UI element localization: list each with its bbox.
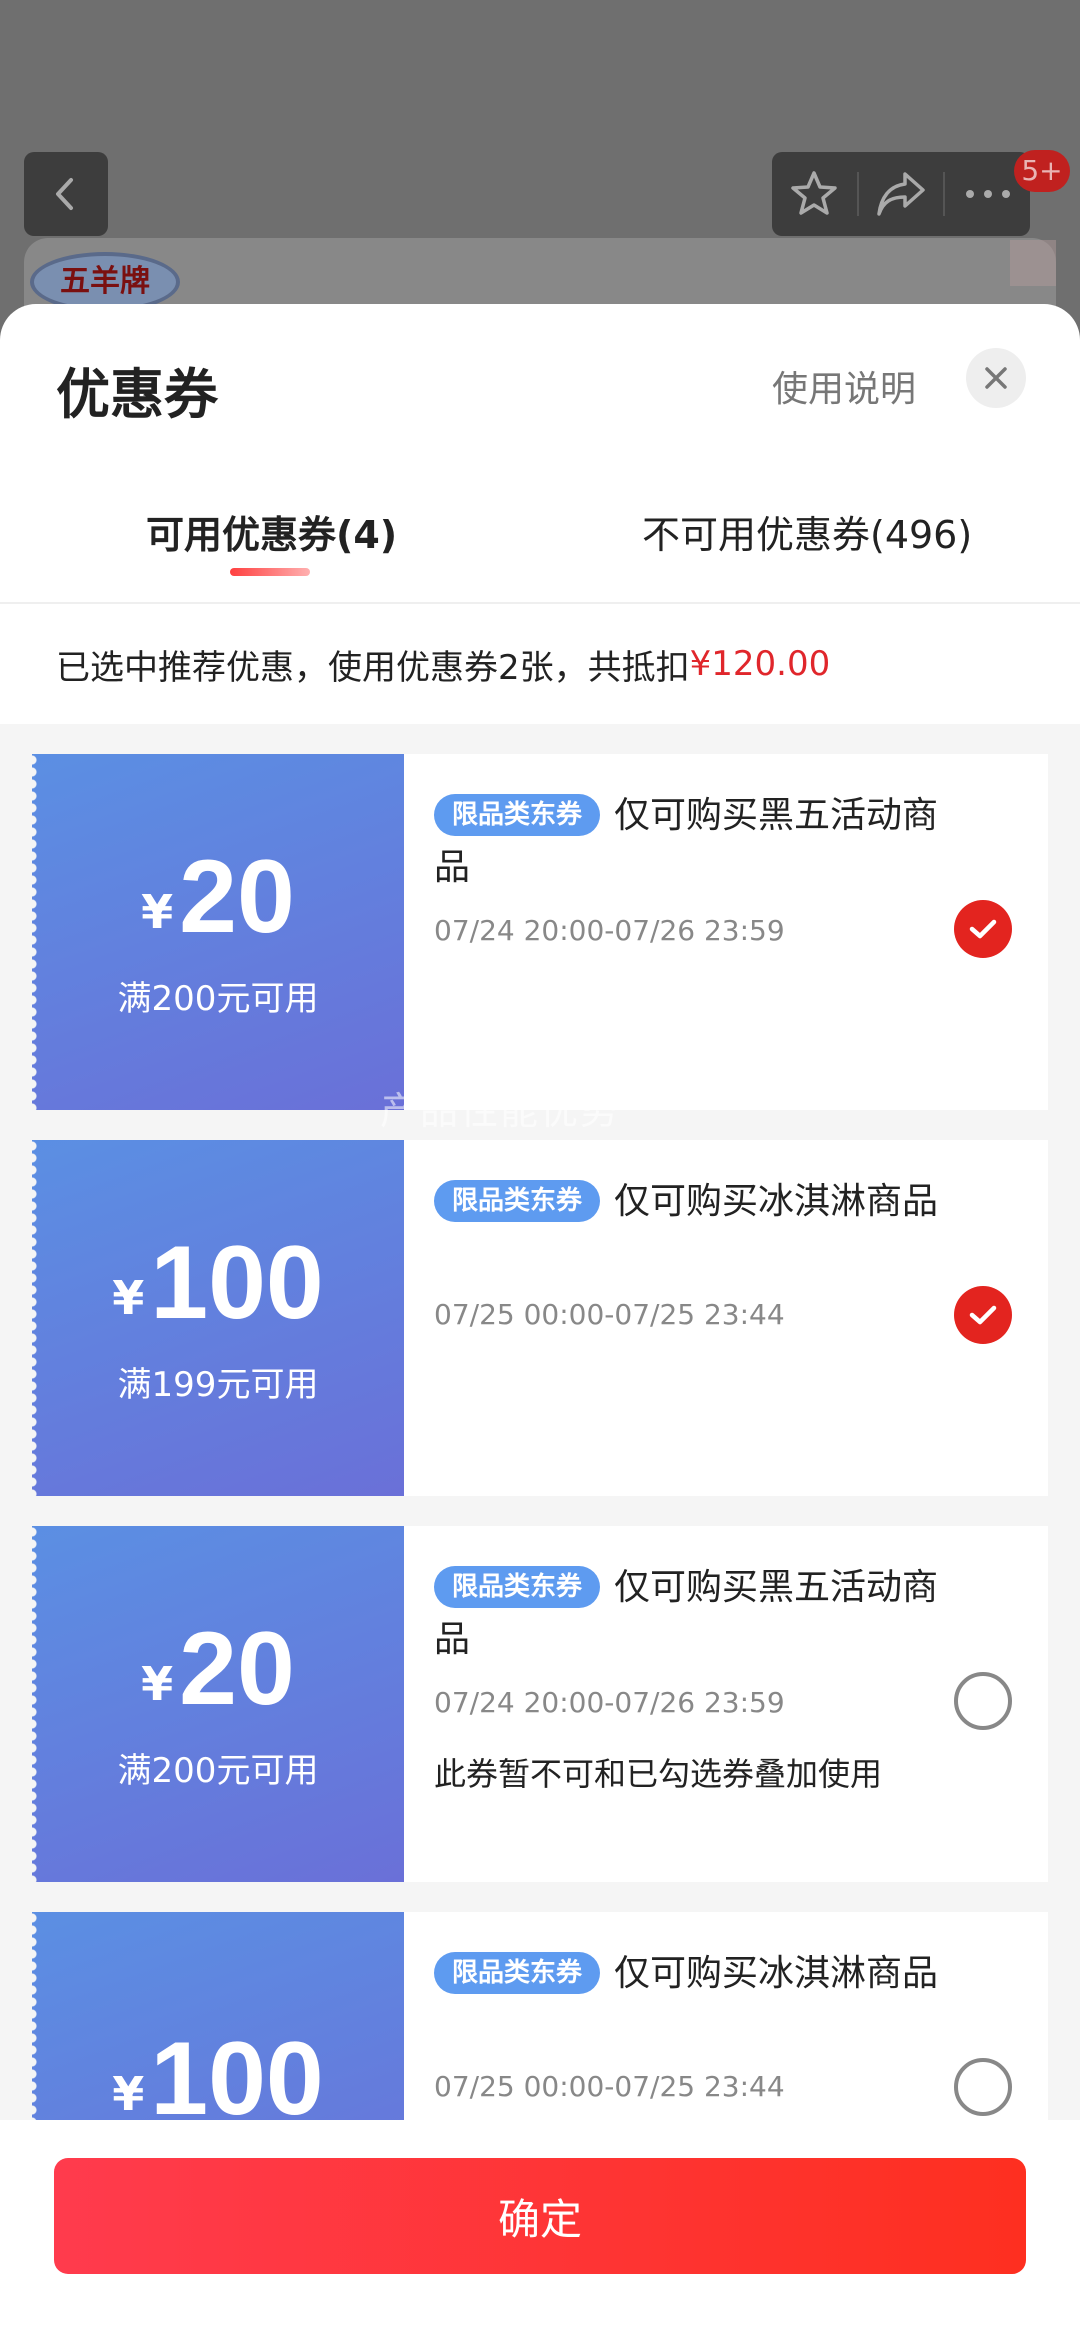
- coupon-details: 限品类东券 仅可购买黑五活动商品 07/24 20:00-07/26 23:59: [404, 754, 1048, 1110]
- product-thumbnail: [1010, 240, 1056, 286]
- chevron-left-icon: [56, 178, 73, 210]
- coupon-select-checkbox[interactable]: [954, 1672, 1012, 1730]
- coupon-threshold: 满200元可用: [117, 1750, 319, 1791]
- more-dots-icon: [965, 190, 1010, 198]
- currency-symbol: ¥: [141, 884, 174, 939]
- coupon-details: 限品类东券 仅可购买黑五活动商品 07/24 20:00-07/26 23:59 …: [404, 1526, 1048, 1882]
- divider: [943, 172, 946, 216]
- coupon-title-row: 限品类东券 仅可购买黑五活动商品: [434, 790, 1018, 894]
- close-icon: [985, 367, 1007, 389]
- usage-instructions-link[interactable]: 使用说明: [772, 360, 916, 412]
- coupon-threshold: 满199元可用: [117, 1364, 319, 1405]
- coupon-value: 100: [150, 1224, 324, 1341]
- favorite-button[interactable]: [784, 164, 844, 224]
- coupon-stacking-note: 此券暂不可和已勾选券叠加使用: [434, 1755, 883, 1793]
- cart-count-badge: 5+: [1014, 150, 1070, 192]
- selection-summary: 已选中推荐优惠，使用优惠券2张，共抵扣 ¥120.00: [0, 604, 1080, 724]
- coupon-type-tag: 限品类东券: [434, 1952, 601, 1994]
- coupon-value: 20: [179, 838, 295, 955]
- checkmark-icon: [969, 1305, 997, 1325]
- coupon-select-checkbox[interactable]: [954, 2058, 1012, 2116]
- divider: [856, 172, 859, 216]
- coupon-type-tag: 限品类东券: [434, 794, 601, 836]
- currency-symbol: ¥: [112, 1270, 145, 1325]
- tab-unavailable-coupons[interactable]: 不可用优惠券(496): [642, 504, 972, 559]
- share-button[interactable]: [871, 164, 931, 224]
- top-action-bar: [772, 152, 1030, 236]
- coupon-value-panel: ¥ 20 满200元可用: [32, 754, 404, 1110]
- brand-logo: 五羊牌: [30, 252, 180, 312]
- confirm-button[interactable]: 确定: [54, 2158, 1026, 2274]
- sheet-footer: 确定: [0, 2120, 1080, 2344]
- active-tab-indicator: [230, 568, 310, 576]
- coupon-validity: 07/24 20:00-07/26 23:59: [434, 914, 785, 947]
- coupon-title-row: 限品类东券 仅可购买黑五活动商品: [434, 1562, 1018, 1666]
- coupon-validity: 07/25 00:00-07/25 23:44: [434, 2070, 785, 2103]
- coupon-type-tag: 限品类东券: [434, 1180, 601, 1222]
- coupon-validity: 07/25 00:00-07/25 23:44: [434, 1298, 785, 1331]
- coupon-sheet: 优惠券 使用说明 可用优惠券(4) 不可用优惠券(496) 已选中推荐优惠，使用…: [0, 304, 1080, 2344]
- coupon-details: 限品类东券 仅可购买冰淇淋商品 07/25 00:00-07/25 23:44: [404, 1140, 1048, 1496]
- currency-symbol: ¥: [112, 2067, 145, 2121]
- coupon-title-row: 限品类东券 仅可购买冰淇淋商品: [434, 1948, 1018, 2000]
- coupon-card[interactable]: ¥ 20 满200元可用 限品类东券 仅可购买黑五活动商品 07/24 20:00…: [32, 754, 1048, 1110]
- coupon-value: 100: [150, 2021, 324, 2137]
- more-button[interactable]: [958, 164, 1018, 224]
- coupon-select-checkbox[interactable]: [954, 1286, 1012, 1344]
- discount-amount: ¥120.00: [689, 644, 831, 684]
- coupon-title-row: 限品类东券 仅可购买冰淇淋商品: [434, 1176, 1018, 1228]
- coupon-value-row: ¥ 100: [112, 1231, 324, 1335]
- checkmark-icon: [969, 919, 997, 939]
- summary-text: 已选中推荐优惠，使用优惠券2张，共抵扣: [56, 647, 690, 688]
- coupon-value: 20: [179, 1610, 295, 1727]
- tab-available-coupons[interactable]: 可用优惠券(4): [146, 504, 397, 559]
- coupon-validity: 07/24 20:00-07/26 23:59: [434, 1686, 785, 1719]
- sheet-header: 优惠券 使用说明: [0, 304, 1080, 454]
- coupon-value-row: ¥ 20: [141, 845, 295, 949]
- currency-symbol: ¥: [141, 1656, 174, 1711]
- coupon-value-row: ¥ 100: [112, 2027, 324, 2131]
- coupon-list: ¥ 20 满200元可用 限品类东券 仅可购买黑五活动商品 07/24 20:00…: [0, 724, 1080, 2268]
- coupon-card[interactable]: ¥ 20 满200元可用 限品类东券 仅可购买黑五活动商品 07/24 20:00…: [32, 1526, 1048, 1882]
- share-icon: [877, 172, 925, 216]
- close-button[interactable]: [966, 348, 1026, 408]
- coupon-title: 仅可购买冰淇淋商品: [614, 1181, 939, 1222]
- back-button[interactable]: [24, 152, 108, 236]
- watermark-text: 产品性能优势: [380, 1089, 621, 1133]
- coupon-type-tag: 限品类东券: [434, 1566, 601, 1608]
- coupon-value-row: ¥ 20: [141, 1617, 295, 1721]
- coupon-card[interactable]: ¥ 100 满199元可用 限品类东券 仅可购买冰淇淋商品 07/25 00:00…: [32, 1140, 1048, 1496]
- sheet-title: 优惠券: [56, 363, 218, 426]
- coupon-title: 仅可购买冰淇淋商品: [614, 1953, 939, 1994]
- coupon-value-panel: ¥ 100 满199元可用: [32, 1140, 404, 1496]
- coupon-tabs: 可用优惠券(4) 不可用优惠券(496): [0, 454, 1080, 604]
- coupon-threshold: 满200元可用: [117, 978, 319, 1019]
- coupon-select-checkbox[interactable]: [954, 900, 1012, 958]
- coupon-value-panel: ¥ 20 满200元可用: [32, 1526, 404, 1882]
- star-icon: [791, 171, 837, 215]
